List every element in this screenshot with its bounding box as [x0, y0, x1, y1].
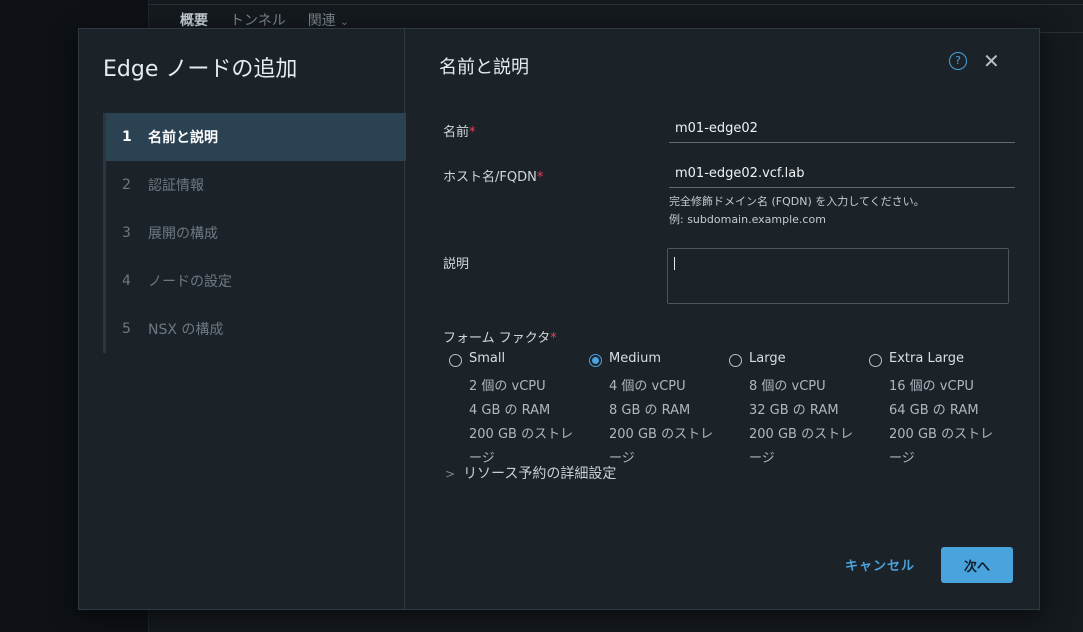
option-cpu: 16 個の vCPU [889, 379, 974, 394]
option-cpu: 4 個の vCPU [609, 379, 686, 394]
step-number: 2 [122, 177, 131, 193]
step-number: 5 [122, 321, 131, 337]
option-cpu: 2 個の vCPU [469, 379, 546, 394]
step-label: ノードの設定 [148, 274, 232, 290]
radio-button[interactable] [869, 354, 882, 367]
cancel-button[interactable]: キャンセル [845, 555, 915, 574]
step-name-description[interactable]: 1 名前と説明 [106, 113, 406, 161]
tab-overview[interactable]: 概要 [180, 10, 208, 30]
option-ram: 4 GB の RAM [469, 403, 551, 418]
wizard-sidebar: Edge ノードの追加 1 名前と説明 2 認証情報 3 展開の構成 4 ノード… [79, 29, 406, 609]
step-number: 3 [122, 225, 131, 241]
advanced-resource-reservation-toggle[interactable]: > リソース予約の詳細設定 [445, 463, 616, 483]
step-credentials[interactable]: 2 認証情報 [106, 161, 406, 209]
step-deployment-config[interactable]: 3 展開の構成 [106, 209, 406, 257]
hostname-hint-line1: 完全修飾ドメイン名 (FQDN) を入力してください。 [669, 195, 925, 208]
step-number: 4 [122, 273, 131, 289]
wizard-steps: 1 名前と説明 2 認証情報 3 展開の構成 4 ノードの設定 5 NSX の構… [103, 113, 406, 353]
hostname-label-text: ホスト名/FQDN [443, 170, 537, 185]
text-caret [674, 257, 675, 270]
option-name: Small [469, 351, 506, 366]
option-ram: 32 GB の RAM [749, 403, 839, 418]
name-label-text: 名前 [443, 125, 470, 140]
chevron-right-icon: > [445, 467, 456, 481]
option-storage: 200 GB のストレ [749, 427, 854, 442]
option-storage-cont: ージ [889, 451, 915, 466]
step-nsx-config[interactable]: 5 NSX の構成 [106, 305, 406, 353]
description-textarea[interactable] [667, 248, 1009, 304]
divider [149, 4, 1083, 5]
close-icon[interactable]: ✕ [983, 49, 1000, 73]
step-label: 認証情報 [148, 178, 204, 194]
option-storage: 200 GB のストレ [609, 427, 714, 442]
radio-button[interactable] [449, 354, 462, 367]
required-mark: * [469, 125, 476, 140]
name-input[interactable]: m01-edge02 [669, 121, 1015, 143]
option-cpu: 8 個の vCPU [749, 379, 826, 394]
form-factor-label-text: フォーム ファクタ [443, 331, 551, 346]
modal-title: Edge ノードの追加 [103, 57, 298, 82]
option-name: Large [749, 351, 786, 366]
next-button[interactable]: 次へ [941, 547, 1013, 583]
step-title: 名前と説明 [439, 57, 529, 78]
tab-related[interactable]: 関連 ⌄ [308, 10, 349, 30]
step-node-settings[interactable]: 4 ノードの設定 [106, 257, 406, 305]
required-mark: * [550, 331, 557, 346]
tab-tunnels[interactable]: トンネル [230, 10, 286, 30]
option-storage-cont: ージ [749, 451, 775, 466]
description-label: 説明 [443, 257, 470, 272]
tab-related-label: 関連 [307, 13, 336, 29]
option-storage: 200 GB のストレ [889, 427, 994, 442]
option-name: Extra Large [889, 351, 965, 366]
option-ram: 8 GB の RAM [609, 403, 691, 418]
advanced-label: リソース予約の詳細設定 [463, 466, 617, 482]
wizard-content: 名前と説明 ? ✕ 名前* m01-edge02 ホスト名/FQDN* m01-… [405, 29, 1039, 609]
option-ram: 64 GB の RAM [889, 403, 979, 418]
hostname-hint: 完全修飾ドメイン名 (FQDN) を入力してください。 例: subdomain… [669, 193, 925, 229]
radio-button-selected[interactable] [589, 354, 602, 367]
chevron-down-icon: ⌄ [340, 17, 349, 28]
help-icon[interactable]: ? [949, 52, 967, 70]
option-name: Medium [609, 351, 661, 366]
hostname-input[interactable]: m01-edge02.vcf.lab [669, 166, 1015, 188]
step-label: NSX の構成 [148, 322, 224, 338]
form-factor-label: フォーム ファクタ* [443, 327, 557, 346]
step-label: 名前と説明 [148, 130, 218, 146]
step-number: 1 [122, 129, 132, 145]
step-label: 展開の構成 [148, 226, 218, 242]
app-tabs: 概要 トンネル 関連 ⌄ [180, 10, 349, 30]
name-label: 名前* [443, 121, 476, 140]
hostname-hint-line2: 例: subdomain.example.com [669, 213, 826, 226]
option-storage: 200 GB のストレ [469, 427, 574, 442]
required-mark: * [536, 170, 544, 185]
hostname-label: ホスト名/FQDN* [443, 166, 543, 185]
radio-button[interactable] [729, 354, 742, 367]
add-edge-node-modal: Edge ノードの追加 1 名前と説明 2 認証情報 3 展開の構成 4 ノード… [78, 28, 1040, 610]
